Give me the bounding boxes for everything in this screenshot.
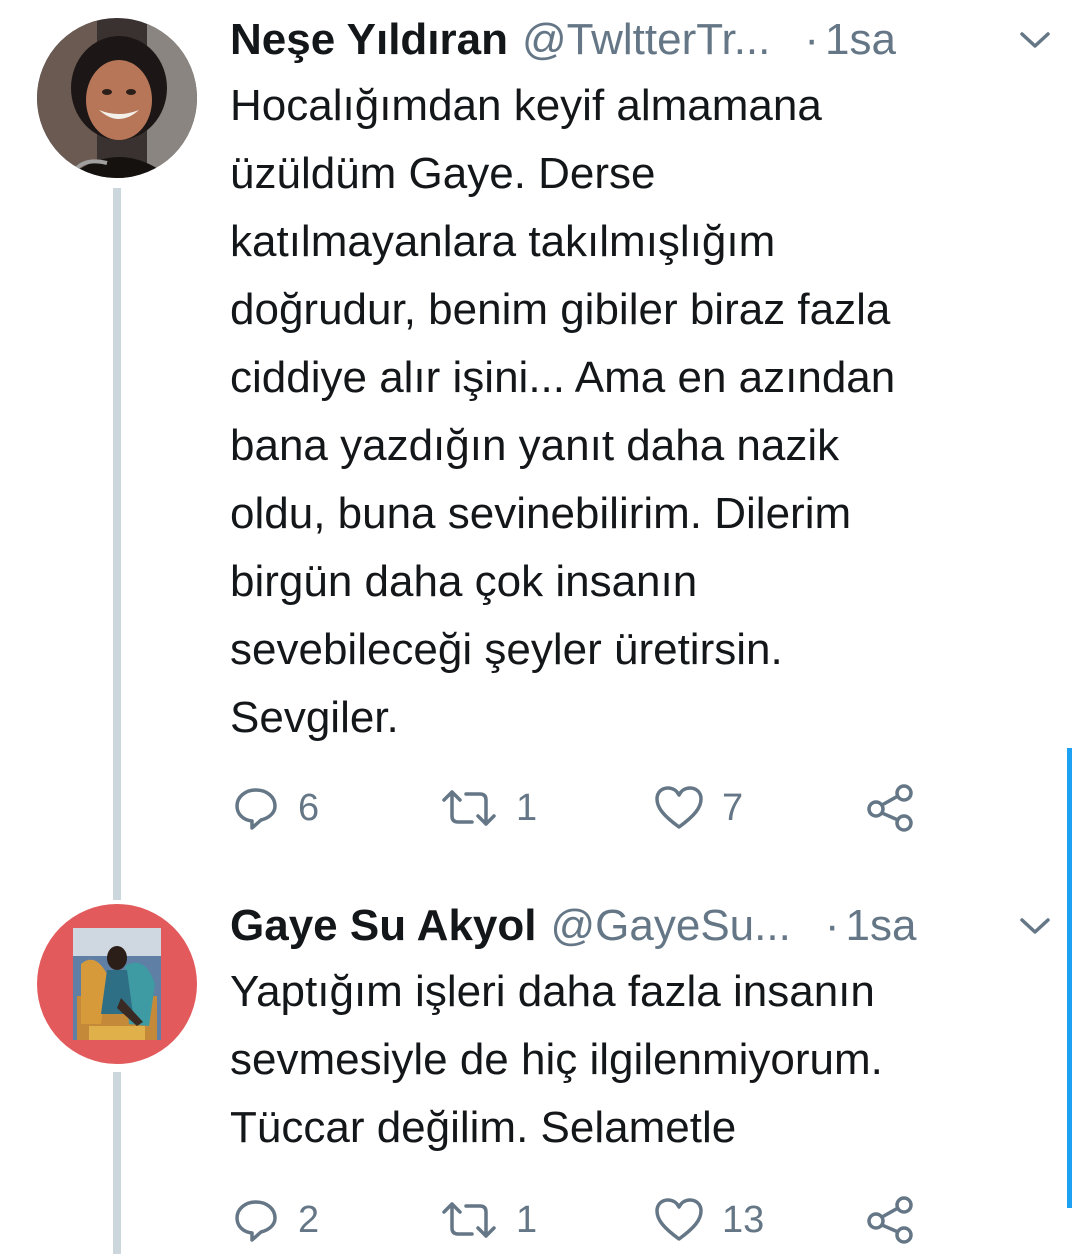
timestamp[interactable]: 1sa: [845, 901, 916, 951]
tweet-text-line: oldu, buna sevinebilirim. Dilerim: [230, 489, 852, 538]
reply-count: 6: [298, 786, 320, 829]
like-button[interactable]: 7: [654, 778, 743, 838]
share-button[interactable]: [866, 778, 916, 838]
reply-icon: [232, 1196, 280, 1244]
tweet[interactable]: Neşe Yıldıran @TwltterTr... · 1sa Hocalı…: [0, 0, 1072, 860]
retweet-icon: [440, 1196, 498, 1244]
heart-icon: [654, 1197, 704, 1243]
reply-icon: [232, 784, 280, 832]
share-icon: [866, 783, 916, 833]
tweet-text-line: sevmesiyle de hiç ilgilenmiyorum.: [230, 1035, 883, 1084]
author-name[interactable]: Gaye Su Akyol: [230, 901, 537, 951]
retweet-button[interactable]: 1: [440, 778, 537, 838]
tweet-text-line: ciddiye alır işini... Ama en azından: [230, 353, 896, 402]
reply-count: 2: [298, 1198, 320, 1241]
tweet-actions: 2 1 13: [230, 1190, 950, 1250]
tweet[interactable]: Gaye Su Akyol @GayeSu... · 1sa Yaptığım …: [0, 880, 1072, 1254]
author-handle[interactable]: @GayeSu...: [551, 901, 791, 951]
reply-button[interactable]: 2: [232, 1190, 319, 1250]
avatar[interactable]: [37, 18, 197, 178]
chevron-down-icon[interactable]: [1018, 912, 1052, 940]
author-handle[interactable]: @TwltterTr...: [522, 15, 770, 65]
like-count: 13: [722, 1198, 765, 1241]
tweet-text: Yaptığım işleri daha fazla insanın sevme…: [230, 958, 1050, 1162]
retweet-count: 1: [516, 786, 538, 829]
tweet-text-line: birgün daha çok insanın: [230, 557, 698, 606]
tweet-text-line: Sevgiler.: [230, 693, 399, 742]
timestamp[interactable]: 1sa: [825, 15, 896, 65]
tweet-text-line: üzüldüm Gaye. Derse: [230, 149, 656, 198]
tweet-text-line: katılmayanlara takılmışlığım: [230, 217, 776, 266]
separator: ·: [824, 901, 840, 950]
tweet-header: Gaye Su Akyol @GayeSu... · 1sa: [230, 898, 1052, 954]
tweet-header: Neşe Yıldıran @TwltterTr... · 1sa: [230, 12, 1052, 68]
share-button[interactable]: [866, 1190, 916, 1250]
avatar[interactable]: [37, 904, 197, 1064]
like-button[interactable]: 13: [654, 1190, 764, 1250]
retweet-button[interactable]: 1: [440, 1190, 537, 1250]
chevron-down-icon[interactable]: [1018, 26, 1052, 54]
share-icon: [866, 1195, 916, 1245]
tweet-text-line: Tüccar değilim. Selametle: [230, 1103, 737, 1152]
tweet-text-line: sevebileceği şeyler üretirsin.: [230, 625, 783, 674]
author-name[interactable]: Neşe Yıldıran: [230, 15, 508, 65]
tweet-text-line: Yaptığım işleri daha fazla insanın: [230, 967, 875, 1016]
separator: ·: [804, 15, 820, 64]
like-count: 7: [722, 786, 744, 829]
tweet-text: Hocalığımdan keyif almamana üzüldüm Gaye…: [230, 72, 1050, 752]
tweet-actions: 6 1 7: [230, 778, 950, 838]
tweet-text-line: Hocalığımdan keyif almamana: [230, 81, 822, 130]
retweet-icon: [440, 784, 498, 832]
reply-button[interactable]: 6: [232, 778, 319, 838]
retweet-count: 1: [516, 1198, 538, 1241]
tweet-text-line: doğrudur, benim gibiler biraz fazla: [230, 285, 891, 334]
heart-icon: [654, 785, 704, 831]
tweet-text-line: bana yazdığın yanıt daha nazik: [230, 421, 840, 470]
